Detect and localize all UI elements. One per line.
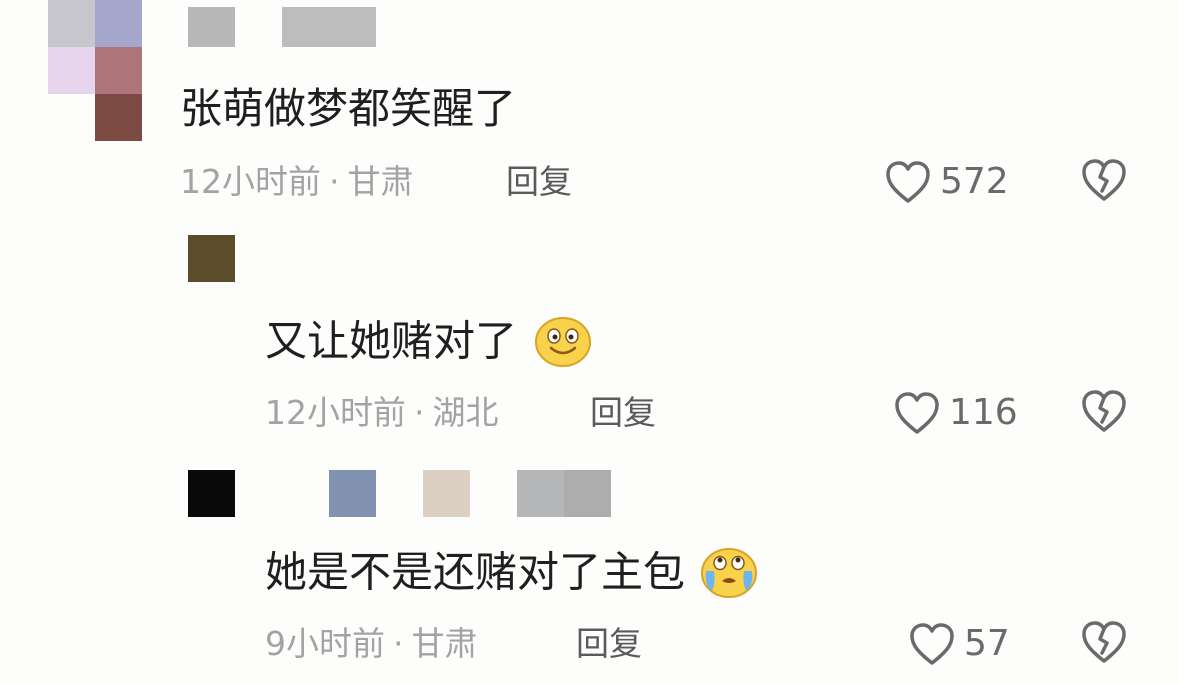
smile-emoji	[535, 317, 592, 367]
comment-text: 又让她赌对了	[265, 317, 592, 368]
username[interactable]	[188, 7, 378, 47]
reply-button[interactable]: 回复	[506, 165, 572, 198]
avatar[interactable]	[188, 470, 235, 517]
separator: ·	[393, 624, 404, 663]
like-button[interactable]: 57	[908, 619, 1010, 669]
broken-heart-icon	[1082, 159, 1126, 201]
crying-emoji	[701, 548, 758, 598]
dislike-button[interactable]	[1080, 619, 1128, 669]
avatar[interactable]	[188, 235, 235, 282]
comment-location: 甘肃	[411, 624, 478, 663]
dislike-button[interactable]	[1080, 388, 1128, 438]
like-button[interactable]: 116	[893, 388, 1018, 438]
dislike-button[interactable]	[1080, 157, 1128, 207]
comment-location: 甘肃	[347, 162, 414, 201]
like-count: 116	[949, 392, 1018, 433]
like-count: 57	[964, 623, 1010, 664]
reply-button[interactable]: 回复	[576, 627, 642, 660]
comment-text: 张萌做梦都笑醒了	[180, 84, 517, 133]
broken-heart-icon	[1082, 621, 1126, 663]
heart-outline-icon	[910, 623, 954, 665]
comment-time: 9小时前	[265, 624, 385, 663]
comment-time: 12小时前	[265, 393, 406, 432]
heart-outline-icon	[895, 392, 939, 434]
comment-time: 12小时前	[180, 162, 321, 201]
comment-meta: 12小时前 · 湖北	[265, 396, 499, 429]
reply-button[interactable]: 回复	[590, 396, 656, 429]
broken-heart-icon	[1082, 390, 1126, 432]
heart-outline-icon	[886, 161, 930, 203]
comment-meta: 12小时前 · 甘肃	[180, 165, 414, 198]
like-button[interactable]: 572	[884, 157, 1009, 207]
separator: ·	[414, 393, 425, 432]
separator: ·	[329, 162, 340, 201]
avatar[interactable]	[48, 0, 142, 141]
username[interactable]	[329, 470, 612, 517]
comment-location: 湖北	[432, 393, 499, 432]
comment-meta: 9小时前 · 甘肃	[265, 627, 478, 660]
like-count: 572	[940, 161, 1009, 202]
comment-text: 她是不是还赌对了主包	[265, 548, 758, 599]
